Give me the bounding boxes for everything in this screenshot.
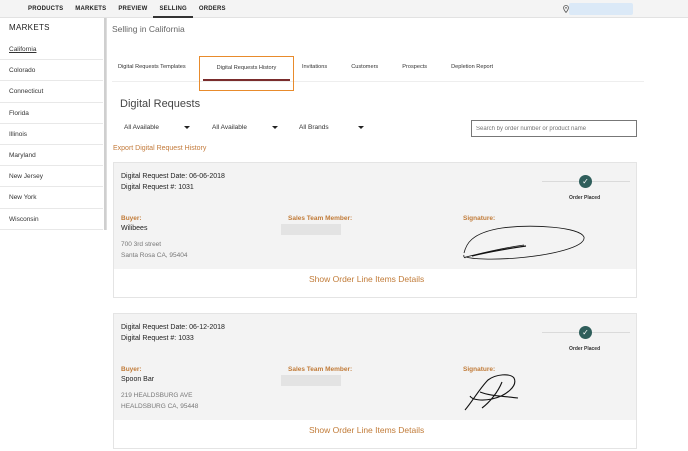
sidebar-item-illinois[interactable]: Illinois (0, 124, 103, 145)
check-icon: ✓ (579, 326, 592, 339)
tab-depletion-report[interactable]: Depletion Report (445, 56, 499, 81)
request-card: Digital Request Date: 06-12-2018 Digital… (113, 313, 637, 449)
filter-dropdown-2[interactable]: All Available (212, 124, 282, 134)
address-line1: 219 HEALDSBURG AVE (121, 392, 193, 399)
markets-sidebar: MARKETS California Colorado Connecticut … (0, 18, 107, 230)
status-label: Order Placed (569, 195, 601, 201)
signature-label: Signature: (463, 215, 496, 222)
show-line-items-link[interactable]: Show Order Line Items Details (309, 274, 424, 284)
chevron-down-icon (358, 126, 364, 129)
request-card: Digital Request Date: 06-06-2018 Digital… (113, 162, 637, 298)
sales-team-member-value (281, 224, 341, 235)
address-line1: 700 3rd street (121, 241, 162, 248)
export-history-link[interactable]: Export Digital Request History (113, 145, 206, 152)
location-selector[interactable] (569, 3, 633, 15)
nav-preview[interactable]: PREVIEW (112, 0, 153, 18)
signature-image (464, 374, 519, 411)
sidebar-item-california[interactable]: California (0, 39, 103, 61)
tab-digital-requests-templates[interactable]: Digital Requests Templates (112, 56, 199, 81)
buyer-name: Spoon Bar (121, 376, 155, 383)
status-label: Order Placed (569, 346, 601, 352)
sidebar-scrollbar[interactable] (104, 18, 106, 230)
filter-value: All Available (212, 124, 247, 131)
buyer-name: Wilibees (121, 225, 148, 232)
sales-team-label: Sales Team Member: (288, 366, 353, 373)
request-date: Digital Request Date: 06-06-2018 (121, 173, 225, 180)
address-line2: Santa Rosa CA, 95404 (121, 252, 188, 259)
sidebar-item-florida[interactable]: Florida (0, 103, 103, 124)
page-subtitle: Selling in California (112, 24, 185, 34)
sidebar-title: MARKETS (9, 23, 50, 32)
section-title: Digital Requests (120, 98, 201, 110)
signature-image (463, 225, 585, 260)
top-nav: PRODUCTS MARKETS PREVIEW SELLING ORDERS (22, 0, 232, 18)
sidebar-item-colorado[interactable]: Colorado (0, 60, 103, 82)
active-tab-indicator (203, 79, 290, 81)
show-line-items-link[interactable]: Show Order Line Items Details (309, 425, 424, 435)
chevron-down-icon (184, 126, 190, 129)
filter-value: All Brands (299, 124, 329, 131)
tab-prospects[interactable]: Prospects (396, 56, 433, 81)
search-input[interactable] (471, 120, 637, 137)
nav-orders[interactable]: ORDERS (193, 0, 232, 18)
top-navigation-bar: PRODUCTS MARKETS PREVIEW SELLING ORDERS (0, 0, 688, 18)
request-date: Digital Request Date: 06-12-2018 (121, 324, 225, 331)
request-number: Digital Request #: 1031 (121, 184, 194, 191)
tab-customers[interactable]: Customers (345, 56, 384, 81)
chevron-down-icon (272, 126, 278, 129)
sidebar-item-wisconsin[interactable]: Wisconsin (0, 209, 103, 230)
buyer-label: Buyer: (121, 366, 142, 373)
nav-products[interactable]: PRODUCTS (22, 0, 69, 18)
check-icon: ✓ (579, 175, 592, 188)
sidebar-item-maryland[interactable]: Maryland (0, 145, 103, 167)
tab-label: Digital Requests History (216, 65, 277, 71)
sales-team-member-value (281, 375, 341, 386)
nav-markets[interactable]: MARKETS (69, 0, 112, 18)
sales-team-label: Sales Team Member: (288, 215, 353, 222)
filter-dropdown-brands[interactable]: All Brands (299, 124, 369, 134)
sidebar-item-new-york[interactable]: New York (0, 187, 103, 209)
tab-digital-requests-history[interactable]: Digital Requests History (199, 56, 294, 91)
markets-list: California Colorado Connecticut Florida … (0, 39, 103, 230)
address-line2: HEALDSBURG CA, 95448 (121, 403, 199, 410)
buyer-label: Buyer: (121, 215, 142, 222)
request-number: Digital Request #: 1033 (121, 335, 194, 342)
tab-bar: Digital Requests Templates Digital Reque… (112, 56, 644, 91)
sidebar-item-connecticut[interactable]: Connecticut (0, 81, 103, 103)
sidebar-item-new-jersey[interactable]: New Jersey (0, 166, 103, 188)
tab-invitations[interactable]: Invitations (296, 56, 333, 81)
filter-value: All Available (124, 124, 159, 131)
filter-dropdown-1[interactable]: All Available (124, 124, 194, 134)
nav-selling[interactable]: SELLING (153, 0, 193, 18)
